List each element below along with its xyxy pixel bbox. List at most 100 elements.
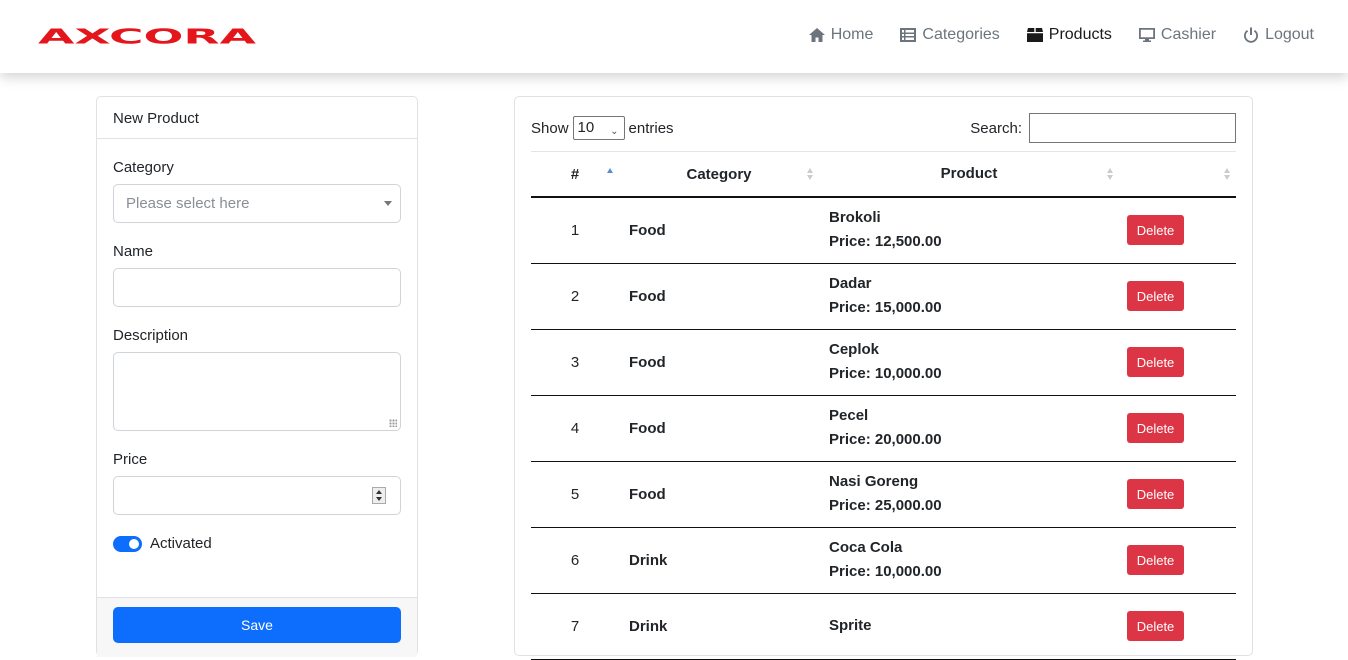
product-price: Price: 25,000.00: [829, 497, 942, 514]
category-select[interactable]: Please select here: [113, 184, 401, 223]
product-name: Ceplok: [829, 341, 880, 358]
row-actions: Delete: [1119, 329, 1236, 396]
column-header-actions[interactable]: [1119, 152, 1236, 198]
nav-categories-label: Categories: [922, 26, 1000, 43]
delete-button[interactable]: Delete: [1127, 413, 1184, 443]
row-number: 3: [531, 329, 619, 396]
nav-logout-label: Logout: [1265, 26, 1314, 43]
product-price: Price: 10,000.00: [829, 365, 942, 382]
number-spinner-icon[interactable]: [372, 487, 386, 504]
column-header-number-label: #: [570, 165, 580, 183]
table-row: 7 Drink Sprite Delete: [531, 593, 1236, 660]
table-row: 1 Food Brokoli Price: 12,500.00 Delete: [531, 197, 1236, 264]
row-number: 5: [531, 461, 619, 528]
column-header-product[interactable]: Product: [819, 152, 1119, 198]
activated-row: Activated: [113, 535, 401, 552]
search-input[interactable]: [1029, 113, 1236, 143]
column-header-category-label: Category: [686, 165, 752, 183]
row-category: Drink: [619, 593, 819, 660]
delete-button[interactable]: Delete: [1127, 215, 1184, 246]
row-number: 7: [531, 593, 619, 660]
description-label: Description: [113, 327, 189, 344]
entries-select[interactable]: 10 ⌄: [572, 116, 625, 140]
chevron-down-icon: ⌄: [610, 126, 619, 137]
row-product: Dadar Price: 15,000.00: [819, 263, 1119, 330]
brand-name: AXCORA: [38, 25, 258, 46]
row-category: Food: [619, 263, 819, 330]
table-row: 6 Drink Coca Cola Price: 10,000.00 Delete: [531, 527, 1236, 594]
power-icon: [1244, 27, 1259, 43]
sort-asc-icon: [607, 168, 613, 180]
table-row: 4 Food Pecel Price: 20,000.00 Delete: [531, 395, 1236, 462]
column-header-number[interactable]: #: [531, 152, 619, 198]
row-product: Brokoli Price: 12,500.00: [819, 197, 1119, 264]
product-price: Price: 12,500.00: [829, 233, 942, 251]
description-textarea[interactable]: [113, 352, 401, 431]
delete-button[interactable]: Delete: [1127, 611, 1184, 641]
home-icon: [808, 28, 825, 42]
price-label: Price: [113, 451, 148, 468]
products-table: # Category Product 1 Food Brokoli Price: 12…: [531, 152, 1236, 660]
product-form: Category Please select here Name Descrip…: [97, 159, 417, 552]
price-input[interactable]: [113, 476, 401, 515]
table-controls: Show 10 ⌄ entries Search:: [531, 113, 1236, 153]
row-product: Pecel Price: 20,000.00: [819, 395, 1119, 462]
brand-logo[interactable]: AXCORA: [38, 24, 258, 48]
delete-button[interactable]: Delete: [1127, 281, 1184, 311]
entries-label: entries: [628, 119, 674, 137]
delete-button[interactable]: Delete: [1127, 479, 1184, 509]
entries-value: 10: [577, 119, 595, 136]
product-name: Dadar: [829, 275, 872, 292]
search-label: Search:: [970, 119, 1022, 137]
row-number: 1: [531, 197, 619, 264]
row-product: Ceplok Price: 10,000.00: [819, 329, 1119, 396]
save-button[interactable]: Save: [113, 607, 401, 643]
row-actions: Delete: [1119, 593, 1236, 660]
row-actions: Delete: [1119, 527, 1236, 594]
caret-down-icon: [384, 201, 392, 206]
nav-logout[interactable]: Logout: [1242, 26, 1314, 44]
box-icon: [1026, 28, 1043, 42]
nav-cashier[interactable]: Cashier: [1138, 26, 1216, 44]
column-header-product-label: Product: [940, 165, 998, 182]
monitor-icon: [1138, 28, 1155, 42]
nav-categories[interactable]: Categories: [899, 26, 1000, 44]
product-name: Pecel: [829, 407, 869, 424]
row-actions: Delete: [1119, 395, 1236, 462]
table-row: 2 Food Dadar Price: 15,000.00 Delete: [531, 263, 1236, 330]
category-label: Category: [113, 159, 174, 176]
entries-control: Show 10 ⌄ entries: [531, 116, 674, 140]
product-name: Brokoli: [829, 209, 881, 227]
nav-home-label: Home: [830, 26, 874, 43]
product-name: Coca Cola: [829, 539, 903, 556]
name-input[interactable]: [113, 268, 401, 307]
activated-toggle[interactable]: [113, 535, 142, 552]
product-price: Price: 15,000.00: [829, 299, 942, 316]
nav-home[interactable]: Home: [808, 26, 874, 44]
resize-handle-icon[interactable]: [389, 419, 397, 427]
product-name: Nasi Goreng: [829, 473, 919, 490]
row-number: 2: [531, 263, 619, 330]
card-title: New Product: [97, 97, 417, 139]
row-product: Coca Cola Price: 10,000.00: [819, 527, 1119, 594]
row-category: Food: [619, 395, 819, 462]
show-label: Show: [531, 119, 569, 137]
delete-button[interactable]: Delete: [1127, 545, 1184, 575]
name-label: Name: [113, 243, 154, 260]
row-category: Food: [619, 329, 819, 396]
delete-button[interactable]: Delete: [1127, 347, 1184, 377]
row-actions: Delete: [1119, 197, 1236, 264]
product-name: Sprite: [829, 617, 872, 634]
row-number: 6: [531, 527, 619, 594]
nav-products-label: Products: [1048, 26, 1112, 43]
product-price: Price: 10,000.00: [829, 563, 942, 580]
navbar: AXCORA Home Categories Products Cashier …: [0, 0, 1348, 73]
sort-icon: [1224, 168, 1230, 180]
search-control: Search:: [970, 113, 1236, 143]
column-header-category[interactable]: Category: [619, 152, 819, 198]
new-product-card: New Product Category Please select here …: [96, 96, 418, 657]
row-number: 4: [531, 395, 619, 462]
nav-products[interactable]: Products: [1026, 26, 1112, 44]
category-placeholder: Please select here: [126, 195, 250, 212]
row-product: Nasi Goreng Price: 25,000.00: [819, 461, 1119, 528]
